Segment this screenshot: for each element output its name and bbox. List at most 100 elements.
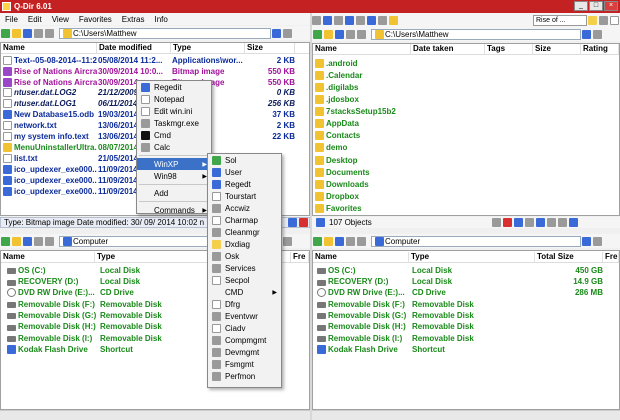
col-date-taken[interactable]: Date taken <box>411 44 485 54</box>
view-icon[interactable] <box>323 15 332 25</box>
col-type[interactable]: Type <box>409 252 535 262</box>
edit-icon[interactable] <box>557 218 567 227</box>
nav-icon[interactable] <box>272 28 281 38</box>
submenu-item-osk[interactable]: Osk <box>208 250 281 262</box>
back-icon[interactable] <box>313 236 322 246</box>
maximize-button[interactable]: □ <box>589 1 603 11</box>
menu-item-add[interactable]: Add <box>137 187 211 199</box>
menu-file[interactable]: File <box>0 15 23 24</box>
nav-icon[interactable] <box>582 236 591 246</box>
submenu-item-accwiz[interactable]: Accwiz <box>208 202 281 214</box>
menu-view[interactable]: View <box>47 15 74 24</box>
drive-row[interactable]: Removable Disk (H:) Removable Disk <box>316 322 616 333</box>
up-folder-icon[interactable] <box>12 28 21 38</box>
folder-row[interactable]: Favorites <box>314 203 614 214</box>
grid-icon[interactable] <box>334 15 343 25</box>
back-icon[interactable] <box>1 28 10 38</box>
dropdown-icon[interactable] <box>283 236 292 246</box>
star-icon[interactable] <box>588 15 597 25</box>
menu-item-taskmgr-exe[interactable]: Taskmgr.exe <box>137 117 211 129</box>
bottom-left-hscrollbar[interactable] <box>0 410 310 420</box>
submenu-item-cleanmgr[interactable]: Cleanmgr <box>208 226 281 238</box>
menu-info[interactable]: Info <box>149 15 172 24</box>
submenu-item-compmgmt[interactable]: Compmgmt <box>208 334 281 346</box>
menu-item-edit-win-ini[interactable]: Edit win.ini <box>137 105 211 117</box>
views-icon[interactable] <box>34 28 43 38</box>
submenu-item-eventvwr[interactable]: Eventvwr <box>208 310 281 322</box>
views-icon[interactable] <box>346 236 355 246</box>
more-icon[interactable] <box>568 218 578 227</box>
views-icon[interactable] <box>346 29 355 39</box>
paste-icon[interactable] <box>535 218 545 227</box>
col-free[interactable]: Fre <box>603 252 619 262</box>
submenu-item-regedt[interactable]: Regedt <box>208 178 281 190</box>
menu-edit[interactable]: Edit <box>23 15 47 24</box>
top-left-address-bar[interactable]: C:\Users\Matthew <box>59 27 271 39</box>
menu-item-win98[interactable]: Win98 ▶ <box>137 170 211 182</box>
copy-icon[interactable] <box>513 218 523 227</box>
folder-row[interactable]: .jdosbox <box>314 94 614 105</box>
drive-row[interactable]: RECOVERY (D:) Local Disk 14.9 GB <box>316 276 616 287</box>
submenu-item-charmap[interactable]: Charmap <box>208 214 281 226</box>
col-name[interactable]: Name <box>1 252 95 262</box>
layout-icon[interactable] <box>312 15 321 25</box>
col-tags[interactable]: Tags <box>485 44 533 54</box>
drive-row[interactable]: DVD RW Drive (E:)... CD Drive 286 MB <box>316 288 616 299</box>
submenu-item-perfmon[interactable]: Perfmon <box>208 370 281 382</box>
sort-icon[interactable] <box>357 29 366 39</box>
submenu-item-sol[interactable]: Sol <box>208 154 281 166</box>
submenu-item-devmgmt[interactable]: Devmgmt <box>208 346 281 358</box>
menu-item-winxp[interactable]: WinXP ▶ <box>137 158 211 170</box>
col-free[interactable]: Fre <box>291 252 309 262</box>
minimize-button[interactable]: _ <box>574 1 588 11</box>
col-name[interactable]: Name <box>313 252 409 262</box>
submenu-item-fsmgmt[interactable]: Fsmgmt <box>208 358 281 370</box>
col-name[interactable]: Name <box>313 44 411 54</box>
sort-icon[interactable] <box>357 236 366 246</box>
file-row[interactable]: Text--05-08-2014--11:2... 05/08/2014 11:2… <box>2 55 308 66</box>
info-icon[interactable] <box>610 15 619 25</box>
dropdown-icon[interactable] <box>283 28 292 38</box>
folder-row[interactable]: Contacts <box>314 131 614 142</box>
settings-icon[interactable] <box>599 15 608 25</box>
pane-icon[interactable] <box>345 15 354 25</box>
dropdown-icon[interactable] <box>593 236 602 246</box>
sort-icon[interactable] <box>45 236 54 246</box>
options-icon[interactable] <box>378 15 387 25</box>
props-icon[interactable] <box>546 218 556 227</box>
home-icon[interactable] <box>23 236 32 246</box>
submenu-item-services[interactable]: Services <box>208 262 281 274</box>
top-right-address-bar[interactable]: C:\Users\Matthew <box>371 28 581 40</box>
menu-item-commands[interactable]: Commands ▶ <box>137 204 211 216</box>
menu-item-regedit[interactable]: Regedit <box>137 81 211 93</box>
col-size[interactable]: Size <box>533 44 581 54</box>
col-type[interactable]: Type <box>171 43 245 53</box>
up-folder-icon[interactable] <box>324 29 333 39</box>
folder-row[interactable]: .android <box>314 58 614 69</box>
folder-row[interactable]: .digilabs <box>314 82 614 93</box>
menu-extras[interactable]: Extras <box>117 15 150 24</box>
dropdown-icon[interactable] <box>593 29 602 39</box>
refresh-icon[interactable] <box>491 218 501 227</box>
favorites-combo[interactable]: Rise of ... <box>533 14 587 26</box>
folder-row[interactable]: Desktop <box>314 155 614 166</box>
up-folder-icon[interactable] <box>324 236 333 246</box>
drive-row[interactable]: Removable Disk (G:) Removable Disk <box>316 310 616 321</box>
folder-row[interactable]: Downloads <box>314 179 614 190</box>
folder-row[interactable]: demo <box>314 143 614 154</box>
submenu-item-dfrg[interactable]: Dfrg <box>208 298 281 310</box>
delete-icon[interactable] <box>502 218 512 227</box>
folder-row[interactable]: AppData <box>314 119 614 130</box>
drive-row[interactable]: Removable Disk (I:) Removable Disk <box>316 333 616 344</box>
menu-item-calc[interactable]: Calc <box>137 141 211 153</box>
bottom-right-hscrollbar[interactable] <box>312 410 620 420</box>
home-icon[interactable] <box>23 28 32 38</box>
col-size[interactable]: Size <box>245 43 295 53</box>
folder-row[interactable]: 7stacksSetup15b2 <box>314 106 614 117</box>
home-icon[interactable] <box>335 29 344 39</box>
col-rating[interactable]: Rating <box>581 44 619 54</box>
menu-item-cmd[interactable]: Cmd <box>137 129 211 141</box>
cut-icon[interactable] <box>524 218 534 227</box>
drive-row[interactable]: OS (C:) Local Disk 450 GB <box>316 265 616 276</box>
back-icon[interactable] <box>313 29 322 39</box>
